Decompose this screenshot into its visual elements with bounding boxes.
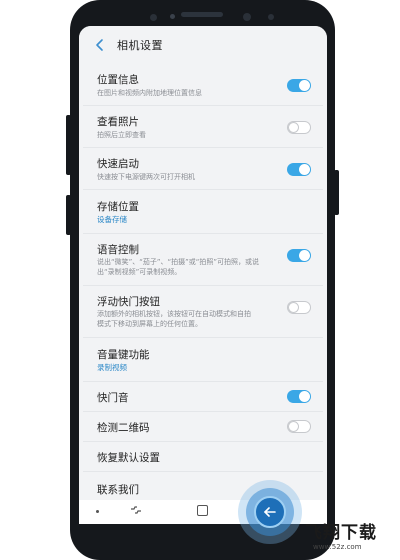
setting-volume-key-function[interactable]: 音量键功能 录制视频 (83, 338, 323, 382)
toggle-knob (299, 80, 310, 91)
home-button-icon[interactable] (197, 505, 208, 516)
setting-subtitle-line1: 说出“微笑”、“茄子”、“拍摄”或“拍照”可拍照，或说 (97, 258, 260, 266)
front-camera-icon (243, 13, 251, 21)
shutter-sound-toggle[interactable] (287, 390, 311, 403)
setting-location-info[interactable]: 位置信息 在图片和视频内附加地理位置信息 (83, 66, 323, 106)
page-title: 相机设置 (117, 39, 163, 52)
site-watermark: 飞翔下载 www.52z.com (305, 518, 395, 558)
watermark-logo: 飞翔下载 (305, 523, 377, 543)
voice-control-toggle[interactable] (287, 249, 311, 262)
recent-apps-icon[interactable] (130, 505, 142, 517)
quick-launch-toggle[interactable] (287, 163, 311, 176)
back-chevron-icon[interactable] (93, 38, 107, 52)
toggle-knob (299, 164, 310, 175)
setting-floating-shutter[interactable]: 浮动快门按钮 添加额外的相机按钮，该按钮可在自动模式和自拍 模式下移动到屏幕上的… (83, 286, 323, 338)
setting-reset-defaults[interactable]: 恢复默认设置 (83, 442, 323, 472)
review-photos-toggle[interactable] (287, 121, 311, 134)
setting-subtitle-line2: 模式下移动到屏幕上的任何位置。 (97, 320, 202, 328)
app-bar: 相机设置 (79, 26, 327, 66)
toggle-knob (288, 421, 299, 432)
screen: 相机设置 位置信息 在图片和视频内附加地理位置信息 查看照片 拍照后立即查看 快… (79, 26, 327, 520)
nav-dot-icon (96, 510, 99, 513)
setting-title: 语音控制 (97, 244, 139, 256)
setting-subtitle: 在图片和视频内附加地理位置信息 (97, 89, 202, 97)
light-sensor-icon (170, 14, 175, 19)
setting-title: 浮动快门按钮 (97, 296, 160, 308)
setting-title: 快速启动 (97, 158, 139, 170)
setting-detect-qr-code[interactable]: 检测二维码 (83, 412, 323, 442)
setting-title: 音量键功能 (97, 349, 150, 361)
setting-title: 联系我们 (97, 484, 139, 496)
setting-title: 存储位置 (97, 201, 139, 213)
toggle-knob (288, 302, 299, 313)
setting-value: 录制视频 (97, 363, 127, 372)
setting-subtitle-line2: 出“录制视频”可录制视频。 (97, 268, 182, 276)
back-arrow-icon[interactable] (262, 504, 278, 520)
setting-title: 恢复默认设置 (97, 452, 160, 464)
setting-subtitle: 拍照后立即查看 (97, 131, 146, 139)
iris-scanner-icon (268, 14, 274, 20)
floating-shutter-toggle[interactable] (287, 301, 311, 314)
setting-subtitle: 快速按下电源键两次可打开相机 (97, 173, 195, 181)
setting-quick-launch[interactable]: 快速启动 快速按下电源键两次可打开相机 (83, 148, 323, 190)
setting-subtitle-line1: 添加额外的相机按钮，该按钮可在自动模式和自拍 (97, 310, 251, 318)
setting-title: 快门音 (97, 392, 129, 404)
toggle-knob (288, 122, 299, 133)
setting-review-photos[interactable]: 查看照片 拍照后立即查看 (83, 106, 323, 148)
setting-shutter-sound[interactable]: 快门音 (83, 382, 323, 412)
setting-title: 检测二维码 (97, 422, 150, 434)
toggle-knob (299, 391, 310, 402)
earpiece-speaker (181, 12, 223, 17)
location-info-toggle[interactable] (287, 79, 311, 92)
setting-storage-location[interactable]: 存储位置 设备存储 (83, 190, 323, 234)
setting-title: 位置信息 (97, 74, 139, 86)
detect-qr-code-toggle[interactable] (287, 420, 311, 433)
setting-voice-control[interactable]: 语音控制 说出“微笑”、“茄子”、“拍摄”或“拍照”可拍照，或说 出“录制视频”… (83, 234, 323, 286)
watermark-url: www.52z.com (313, 543, 362, 551)
proximity-sensor-icon (150, 14, 157, 21)
setting-title: 查看照片 (97, 116, 139, 128)
toggle-knob (299, 250, 310, 261)
setting-value: 设备存储 (97, 215, 127, 224)
